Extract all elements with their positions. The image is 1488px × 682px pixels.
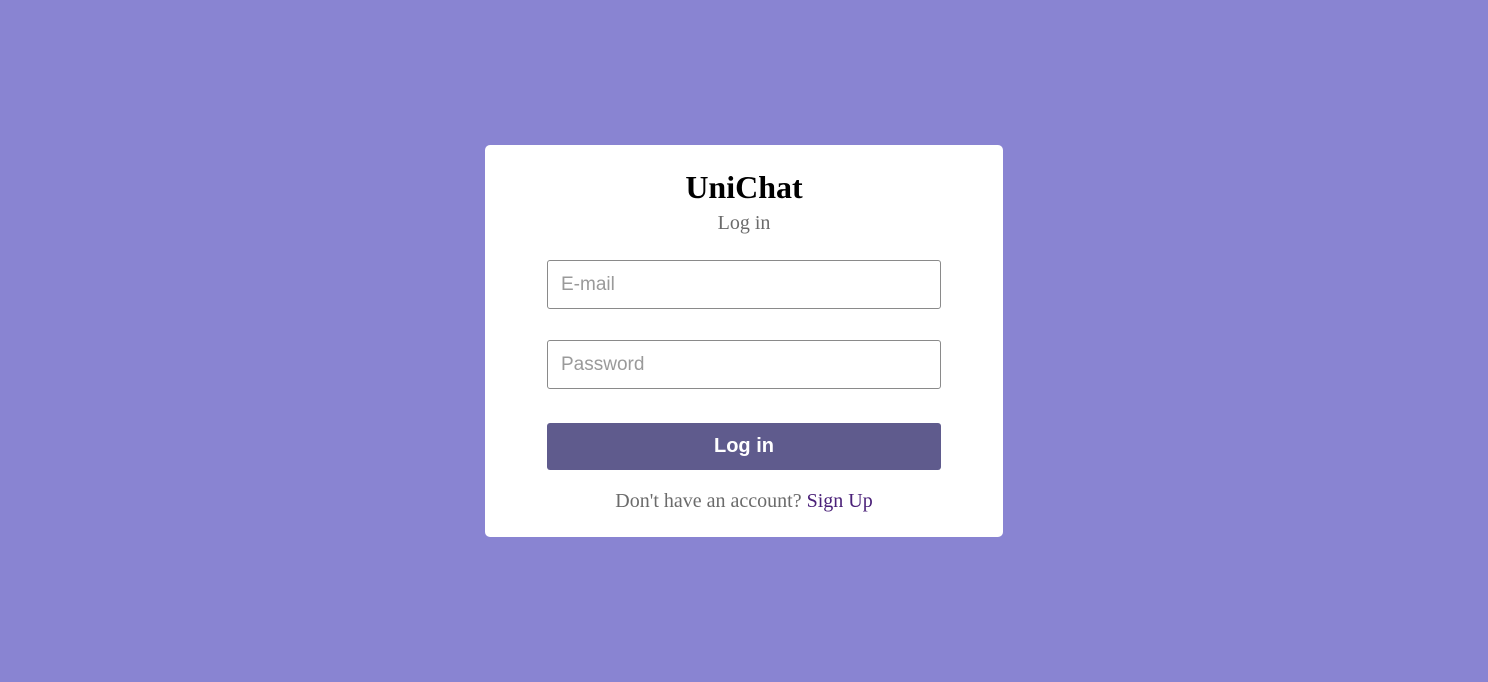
signup-link[interactable]: Sign Up xyxy=(807,490,873,512)
login-card: UniChat Log in Log in Don't have an acco… xyxy=(485,145,1003,537)
app-title: UniChat xyxy=(685,169,803,205)
password-field[interactable] xyxy=(547,340,941,389)
login-button[interactable]: Log in xyxy=(547,423,941,470)
email-field[interactable] xyxy=(547,260,941,309)
signup-prompt-row: Don't have an account? Sign Up xyxy=(485,488,1003,514)
signup-prompt-text: Don't have an account? xyxy=(615,490,802,512)
page-subtitle: Log in xyxy=(717,212,771,234)
